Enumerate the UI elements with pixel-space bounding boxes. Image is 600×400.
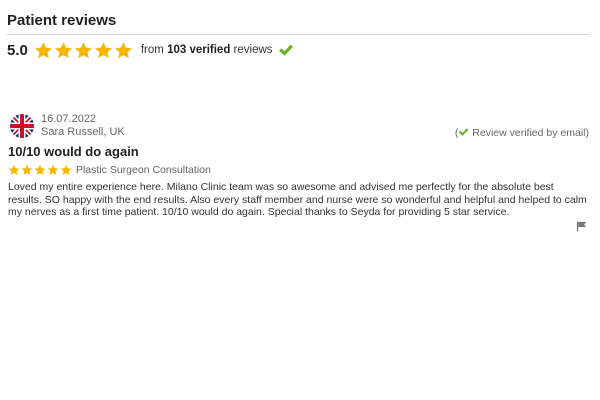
verified-check-icon <box>278 44 293 56</box>
review-title: 10/10 would do again <box>8 144 139 159</box>
summary-stars <box>34 41 134 60</box>
review-count-prefix: from <box>140 44 168 56</box>
review-date: 16.07.2022 <box>41 113 97 125</box>
star-icon <box>54 41 72 58</box>
star-icon <box>60 164 72 175</box>
flag-report-icon[interactable] <box>576 221 587 232</box>
rating-summary: 5.0 from 103 verified reviews <box>7 38 589 62</box>
star-icon <box>114 41 132 58</box>
review-header: 16.07.2022 Sara Russell, UK ( Review ver… <box>7 112 589 140</box>
check-icon <box>459 128 469 136</box>
reviews-page: Patient reviews 5.0 from 103 verified re… <box>0 0 600 400</box>
star-icon <box>8 164 20 175</box>
star-icon <box>34 164 46 175</box>
star-icon <box>94 41 112 58</box>
review-item: 16.07.2022 Sara Russell, UK ( Review ver… <box>7 112 589 219</box>
review-author: Sara Russell, UK <box>41 126 125 138</box>
star-icon <box>34 41 52 58</box>
verification-text: Review verified by email) <box>469 127 589 139</box>
review-stars <box>8 164 73 176</box>
review-category: Plastic Surgeon Consultation <box>76 164 211 176</box>
verification-note: ( Review verified by email) <box>455 127 589 140</box>
review-text: Loved my entire experience here. Milano … <box>8 181 587 219</box>
star-icon <box>21 164 33 175</box>
star-icon <box>47 164 59 175</box>
review-count: 103 verified <box>167 44 231 56</box>
review-meta: 16.07.2022 Sara Russell, UK <box>41 113 455 139</box>
uk-flag-icon <box>10 114 34 138</box>
review-rating-row: Plastic Surgeon Consultation <box>8 163 589 177</box>
average-score: 5.0 <box>7 41 28 59</box>
star-icon <box>74 41 92 58</box>
review-count-suffix: reviews <box>230 44 273 56</box>
section-title: Patient reviews <box>7 0 589 35</box>
review-count-text: from 103 verified reviews <box>141 44 273 56</box>
